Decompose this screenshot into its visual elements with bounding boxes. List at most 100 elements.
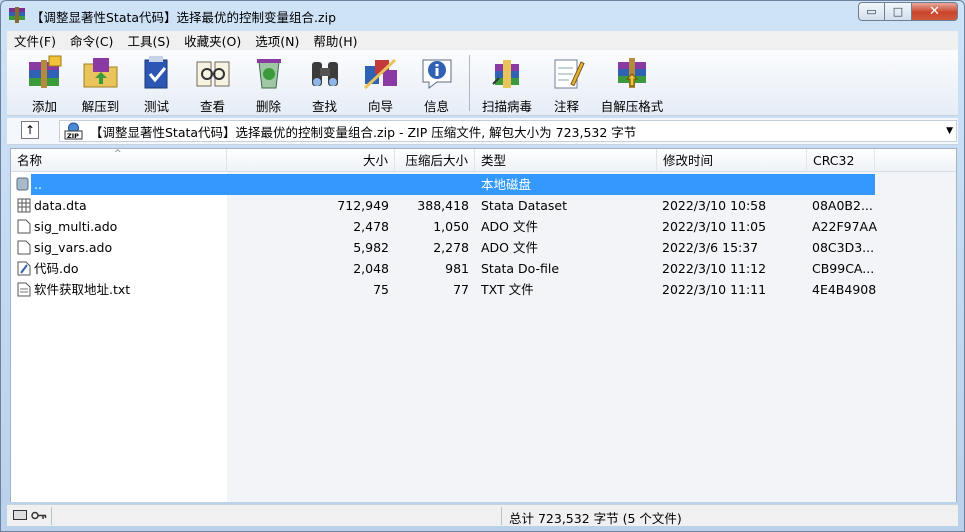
stata-dataset-file-icon bbox=[17, 198, 31, 213]
caption-buttons: ▭ □ ✕ bbox=[858, 2, 958, 21]
file-crc: A22F97AA bbox=[812, 219, 878, 234]
svg-text:ZIP: ZIP bbox=[67, 132, 79, 140]
delete-recycle-icon bbox=[256, 59, 281, 89]
address-field[interactable]: ZIP 【调整显著性Stata代码】选择最优的控制变量组合.zip - ZIP … bbox=[59, 120, 957, 142]
virus-scan-label: 扫描病毒 bbox=[481, 99, 532, 114]
address-text: 【调整显著性Stata代码】选择最优的控制变量组合.zip - ZIP 压缩文件… bbox=[90, 124, 637, 140]
menu-bar: 文件(F) 命令(C) 工具(S) 收藏夹(O) 选项(N) 帮助(H) bbox=[7, 31, 958, 50]
file-size: 75 bbox=[373, 282, 389, 297]
column-header-modified[interactable]: 修改时间 bbox=[657, 149, 807, 172]
file-modified: 2022/3/10 11:05 bbox=[662, 219, 767, 234]
parent-type: 本地磁盘 bbox=[481, 177, 532, 192]
view-book-icon bbox=[196, 61, 229, 87]
file-type: Stata Dataset bbox=[481, 198, 567, 213]
winrar-window: 【调整显著性Stata代码】选择最优的控制变量组合.zip ▭ □ ✕ 文件(F… bbox=[0, 0, 965, 532]
text-file-icon bbox=[17, 282, 31, 297]
comment-button[interactable]: 注释 bbox=[539, 50, 594, 115]
column-packed-label: 压缩后大小 bbox=[405, 153, 468, 168]
test-check-icon bbox=[144, 56, 167, 89]
column-modified-label: 修改时间 bbox=[663, 153, 714, 168]
test-button[interactable]: 测试 bbox=[129, 50, 184, 115]
file-modified: 2022/3/10 11:11 bbox=[662, 282, 767, 297]
find-label: 查找 bbox=[311, 99, 337, 114]
menu-help[interactable]: 帮助(H) bbox=[306, 31, 364, 50]
find-button[interactable]: 查找 bbox=[297, 50, 352, 115]
column-header-crc[interactable]: CRC32 bbox=[807, 149, 875, 172]
column-type-label: 类型 bbox=[481, 153, 507, 168]
ado-file-icon bbox=[17, 219, 31, 234]
file-crc: 08A0B2... bbox=[812, 198, 873, 213]
file-name: sig_vars.ado bbox=[34, 240, 113, 255]
column-header-type[interactable]: 类型 bbox=[475, 149, 657, 172]
add-archive-icon bbox=[28, 55, 61, 88]
file-type: Stata Do-file bbox=[481, 261, 560, 276]
file-name: 软件获取地址.txt bbox=[34, 282, 131, 297]
winrar-app-icon[interactable] bbox=[8, 7, 26, 23]
add-button[interactable]: 添加 bbox=[17, 50, 72, 115]
file-name: data.dta bbox=[34, 198, 87, 213]
sfx-button[interactable]: 自解压格式 bbox=[595, 50, 669, 115]
column-header-packed[interactable]: 压缩后大小 bbox=[395, 149, 475, 172]
file-crc: CB99CA... bbox=[812, 261, 875, 276]
virus-scan-button[interactable]: 扫描病毒 bbox=[476, 50, 538, 115]
delete-label: 删除 bbox=[255, 99, 281, 114]
virus-scan-icon bbox=[492, 60, 519, 88]
add-label: 添加 bbox=[31, 99, 57, 114]
sfx-archive-icon bbox=[618, 58, 646, 88]
menu-tools[interactable]: 工具(S) bbox=[120, 31, 177, 50]
title-bar[interactable]: 【调整显著性Stata代码】选择最优的控制变量组合.zip ▭ □ ✕ bbox=[1, 1, 964, 30]
delete-button[interactable]: 删除 bbox=[241, 50, 296, 115]
file-size: 2,478 bbox=[353, 219, 389, 234]
column-header-name[interactable]: 名称 ^ bbox=[11, 149, 227, 172]
file-crc: 08C3D3... bbox=[812, 240, 875, 255]
key-icon[interactable] bbox=[31, 511, 47, 520]
file-name: 代码.do bbox=[34, 261, 79, 276]
maximize-button[interactable]: □ bbox=[885, 2, 912, 21]
window-title: 【调整显著性Stata代码】选择最优的控制变量组合.zip bbox=[31, 10, 336, 25]
file-modified: 2022/3/6 15:37 bbox=[662, 240, 759, 255]
table-row[interactable]: data.dta 712,949 388,418 Stata Dataset 2… bbox=[11, 195, 875, 216]
column-header-size[interactable]: 大小 bbox=[227, 149, 395, 172]
file-size: 2,048 bbox=[353, 261, 389, 276]
file-modified: 2022/3/10 11:12 bbox=[662, 261, 767, 276]
table-row[interactable]: sig_multi.ado 2,478 1,050 ADO 文件 2022/3/… bbox=[11, 216, 878, 237]
info-button[interactable]: 信息 bbox=[409, 50, 464, 115]
file-packed: 388,418 bbox=[417, 198, 469, 213]
file-size: 5,982 bbox=[353, 240, 389, 255]
up-folder-button[interactable]: ↑ bbox=[21, 121, 39, 139]
test-label: 测试 bbox=[143, 99, 169, 114]
list-item-parent[interactable]: .. 本地磁盘 bbox=[31, 174, 875, 195]
list-header: 名称 ^ 大小 压缩后大小 类型 修改时间 CRC32 bbox=[11, 149, 956, 172]
extract-folder-icon bbox=[83, 58, 117, 88]
menu-favorites[interactable]: 收藏夹(O) bbox=[177, 31, 248, 50]
address-dropdown-icon[interactable]: ▼ bbox=[946, 126, 953, 136]
menu-options[interactable]: 选项(N) bbox=[248, 31, 306, 50]
file-type: ADO 文件 bbox=[481, 219, 538, 234]
file-packed: 77 bbox=[453, 282, 469, 297]
ado-file-icon bbox=[17, 240, 31, 255]
view-button[interactable]: 查看 bbox=[185, 50, 240, 115]
table-row[interactable]: sig_vars.ado 5,982 2,278 ADO 文件 2022/3/6… bbox=[11, 237, 875, 258]
zip-file-icon: ZIP bbox=[64, 122, 83, 140]
table-row[interactable]: 软件获取地址.txt 75 77 TXT 文件 2022/3/10 11:11 … bbox=[11, 279, 877, 300]
file-size: 712,949 bbox=[337, 198, 389, 213]
status-bar: 总计 723,532 字节 (5 个文件) bbox=[7, 504, 958, 526]
toolbar-separator bbox=[469, 55, 470, 111]
file-crc: 4E4B4908 bbox=[812, 282, 877, 297]
close-button[interactable]: ✕ bbox=[912, 2, 958, 21]
menu-commands[interactable]: 命令(C) bbox=[63, 31, 120, 50]
do-file-icon bbox=[17, 261, 31, 276]
extract-button[interactable]: 解压到 bbox=[73, 50, 128, 115]
drive-icon[interactable] bbox=[13, 510, 27, 520]
toolbar: 添加 解压到 测试 查看 删除 查找 向导 信息 扫描病毒 注释 自解压格式 bbox=[7, 50, 958, 116]
info-icon bbox=[422, 59, 451, 89]
info-label: 信息 bbox=[423, 99, 449, 114]
menu-file[interactable]: 文件(F) bbox=[7, 31, 63, 50]
table-row[interactable]: 代码.do 2,048 981 Stata Do-file 2022/3/10 … bbox=[11, 258, 875, 279]
wizard-button[interactable]: 向导 bbox=[353, 50, 408, 115]
column-size-label: 大小 bbox=[362, 153, 388, 168]
file-packed: 1,050 bbox=[433, 219, 469, 234]
minimize-button[interactable]: ▭ bbox=[858, 2, 885, 21]
file-list[interactable]: 名称 ^ 大小 压缩后大小 类型 修改时间 CRC32 .. 本地磁盘 data… bbox=[10, 148, 957, 502]
sort-up-icon: ^ bbox=[114, 149, 122, 159]
